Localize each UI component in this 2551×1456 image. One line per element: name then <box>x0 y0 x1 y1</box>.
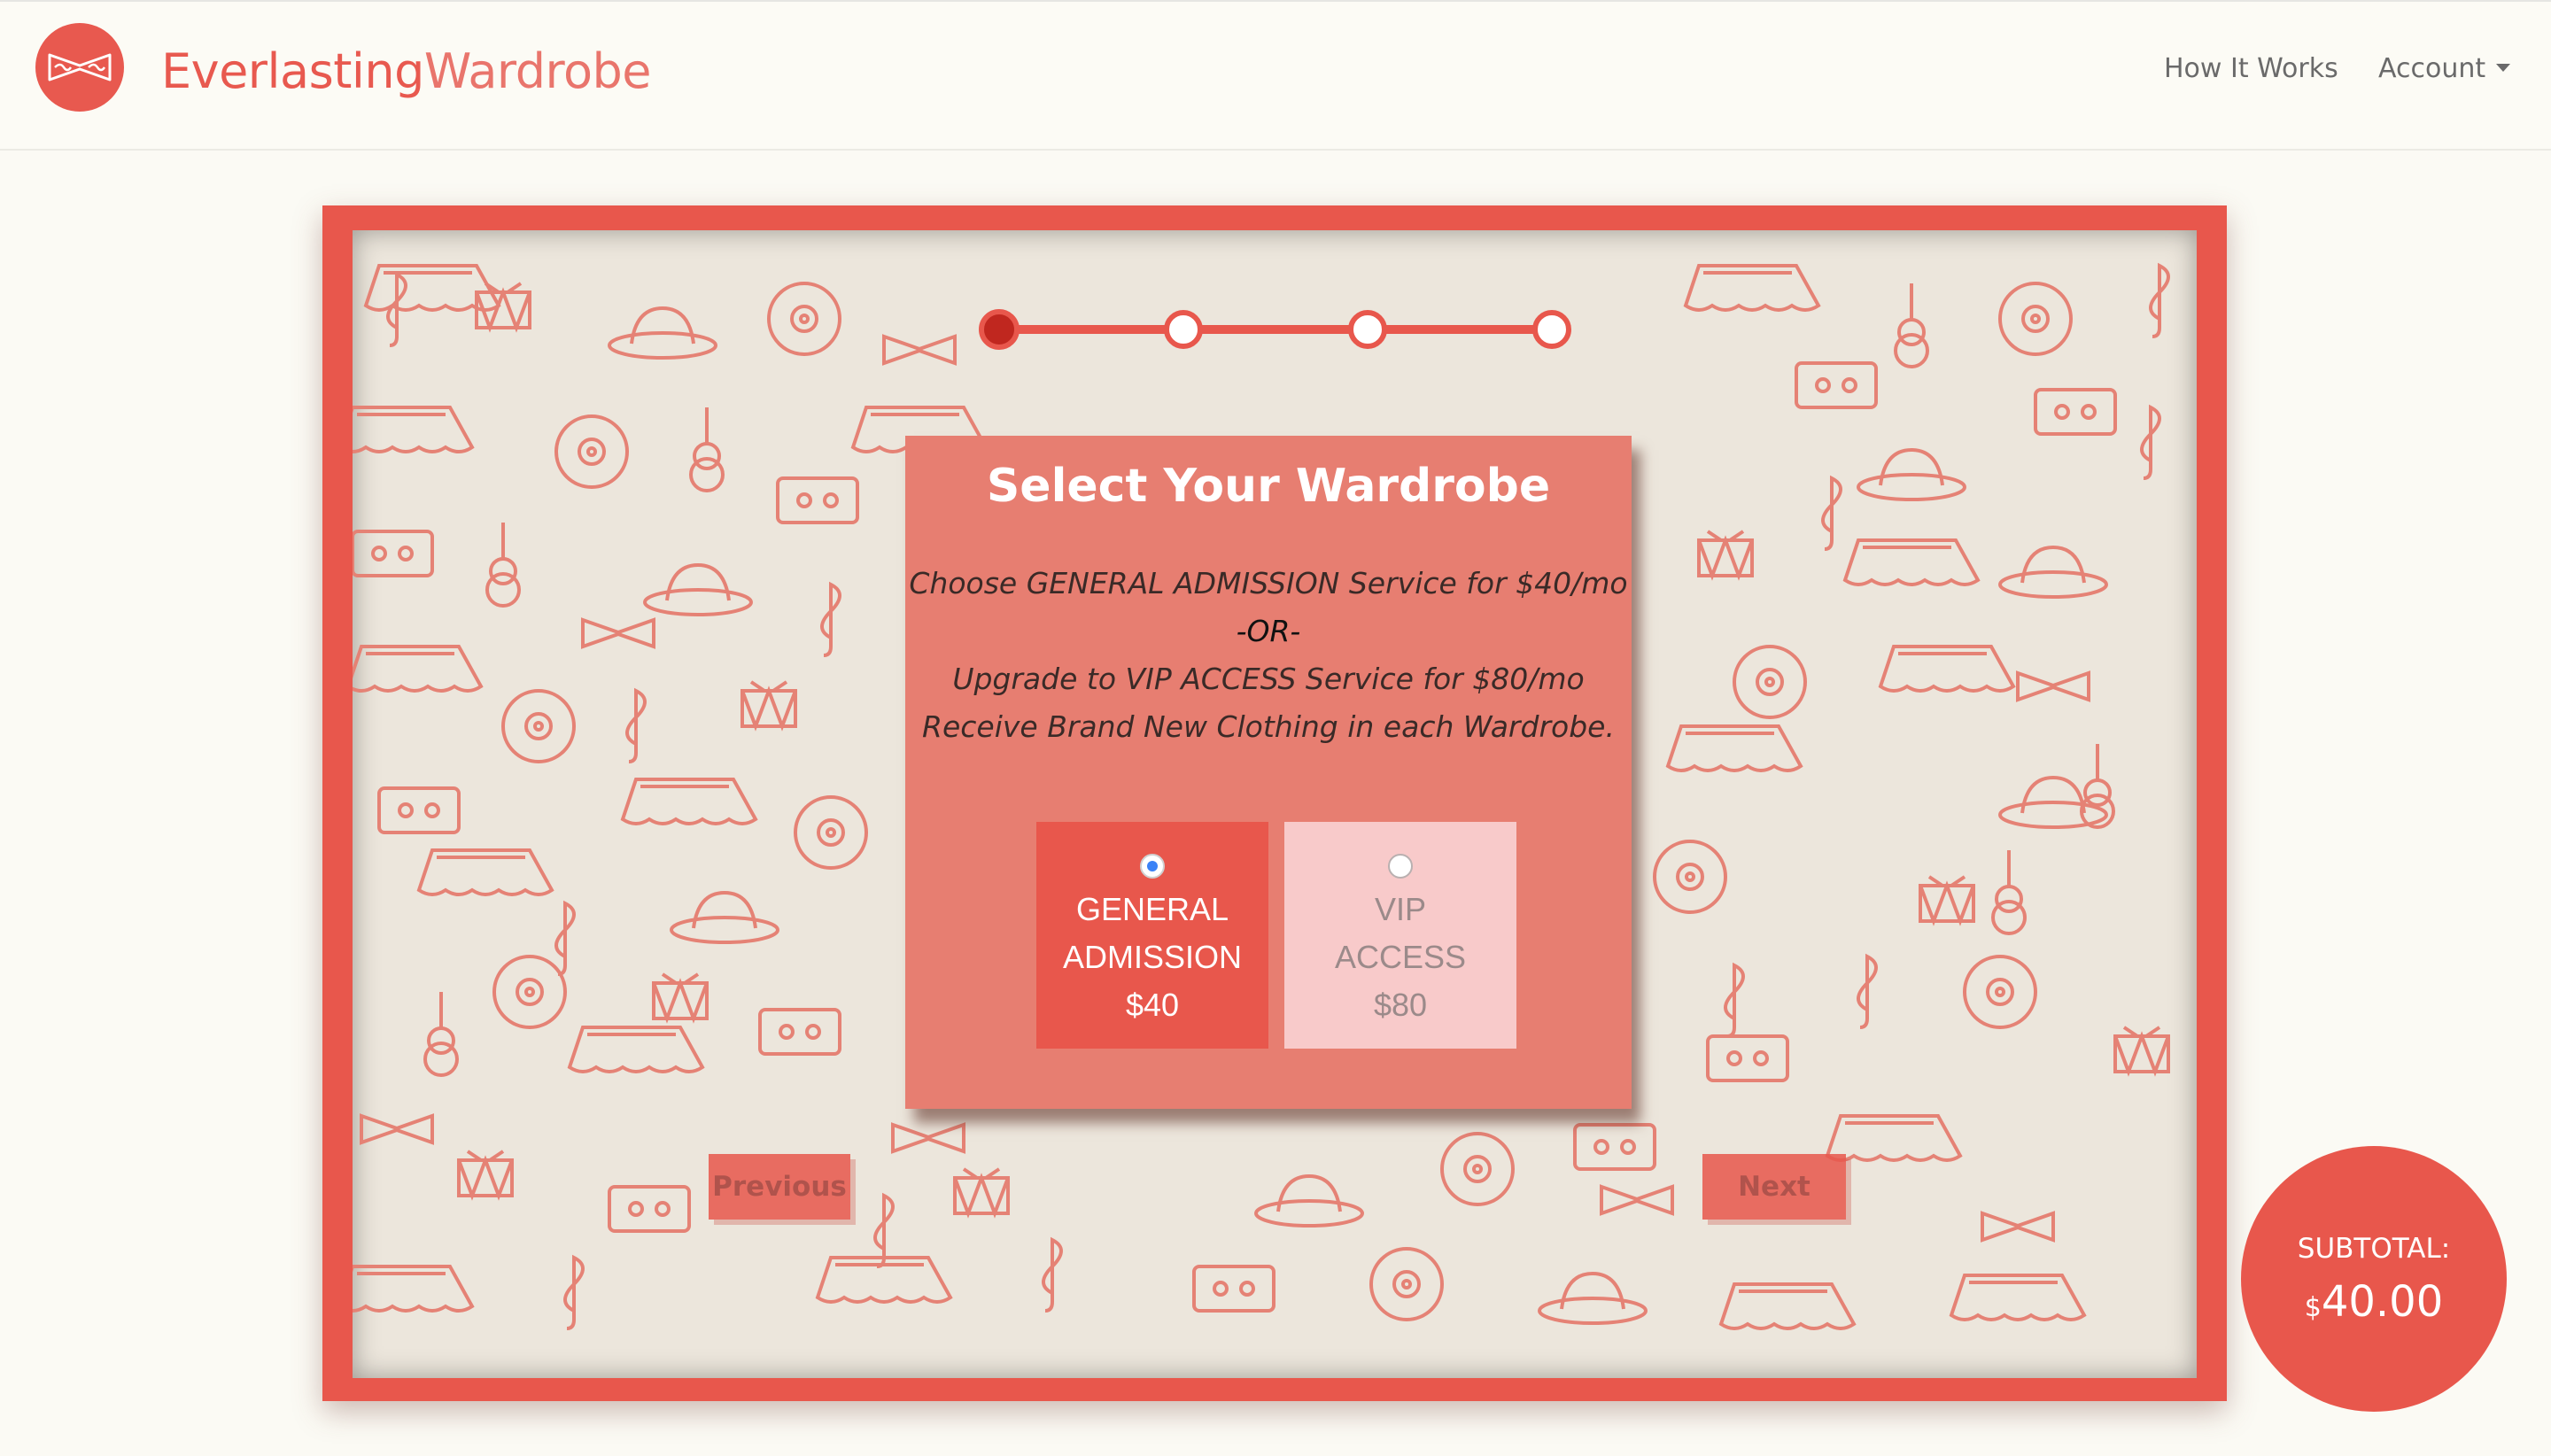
step-3-dot[interactable] <box>1348 310 1387 349</box>
subtotal-amount: 40.00 <box>2321 1277 2444 1327</box>
subtotal-badge: SUBTOTAL: $40.00 <box>2241 1146 2507 1412</box>
nav-account-dropdown[interactable]: Account <box>2378 51 2511 87</box>
option-general-admission[interactable]: GENERAL ADMISSION $40 <box>1036 822 1268 1049</box>
step-2-dot[interactable] <box>1164 310 1203 349</box>
step-1-dot[interactable] <box>979 309 1020 350</box>
previous-button[interactable]: Previous <box>709 1154 850 1220</box>
brand-name-part2: Wardrobe <box>423 43 652 99</box>
next-button[interactable]: Next <box>1702 1154 1846 1220</box>
option-general-line1: GENERAL <box>1075 891 1229 927</box>
option-vip-access[interactable]: VIP ACCESS $80 <box>1284 822 1516 1049</box>
radio-vip-access[interactable] <box>1388 854 1413 879</box>
option-vip-line2: ACCESS <box>1334 939 1467 975</box>
option-vip-line1: VIP <box>1374 891 1427 927</box>
caret-down-icon <box>2496 64 2511 72</box>
select-wardrobe-card: Select Your Wardrobe Choose GENERAL ADMI… <box>905 436 1632 1109</box>
description-general: Choose GENERAL ADMISSION Service for $40… <box>909 566 1628 600</box>
description-vip-benefit: Receive Brand New Clothing in each Wardr… <box>922 709 1615 744</box>
option-general-price: $40 <box>1125 987 1180 1023</box>
option-vip-price: $80 <box>1373 987 1428 1023</box>
subtotal-currency: $ <box>2304 1292 2322 1323</box>
description-vip: Upgrade to VIP ACCESS Service for $80/mo <box>952 662 1585 696</box>
subtotal-amount-wrap: $40.00 <box>2241 1275 2507 1335</box>
radio-general-admission[interactable] <box>1140 854 1165 879</box>
card-title: Select Your Wardrobe <box>986 460 1551 513</box>
nav-how-it-works[interactable]: How It Works <box>2164 51 2338 87</box>
brand-logo[interactable] <box>35 23 124 112</box>
brand-name[interactable]: EverlastingWardrobe <box>161 41 652 103</box>
step-progress-indicator <box>979 309 1571 350</box>
brand-name-part1: Everlasting <box>161 43 424 99</box>
bowtie-logo-icon <box>48 53 112 81</box>
option-general-line2: ADMISSION <box>1062 939 1243 975</box>
top-navbar: EverlastingWardrobe How It Works Account <box>0 0 2551 151</box>
description-or: -OR- <box>1236 614 1301 648</box>
step-4-dot[interactable] <box>1532 310 1571 349</box>
subtotal-label: SUBTOTAL: <box>2297 1233 2451 1265</box>
nav-account-label: Account <box>2378 53 2486 84</box>
